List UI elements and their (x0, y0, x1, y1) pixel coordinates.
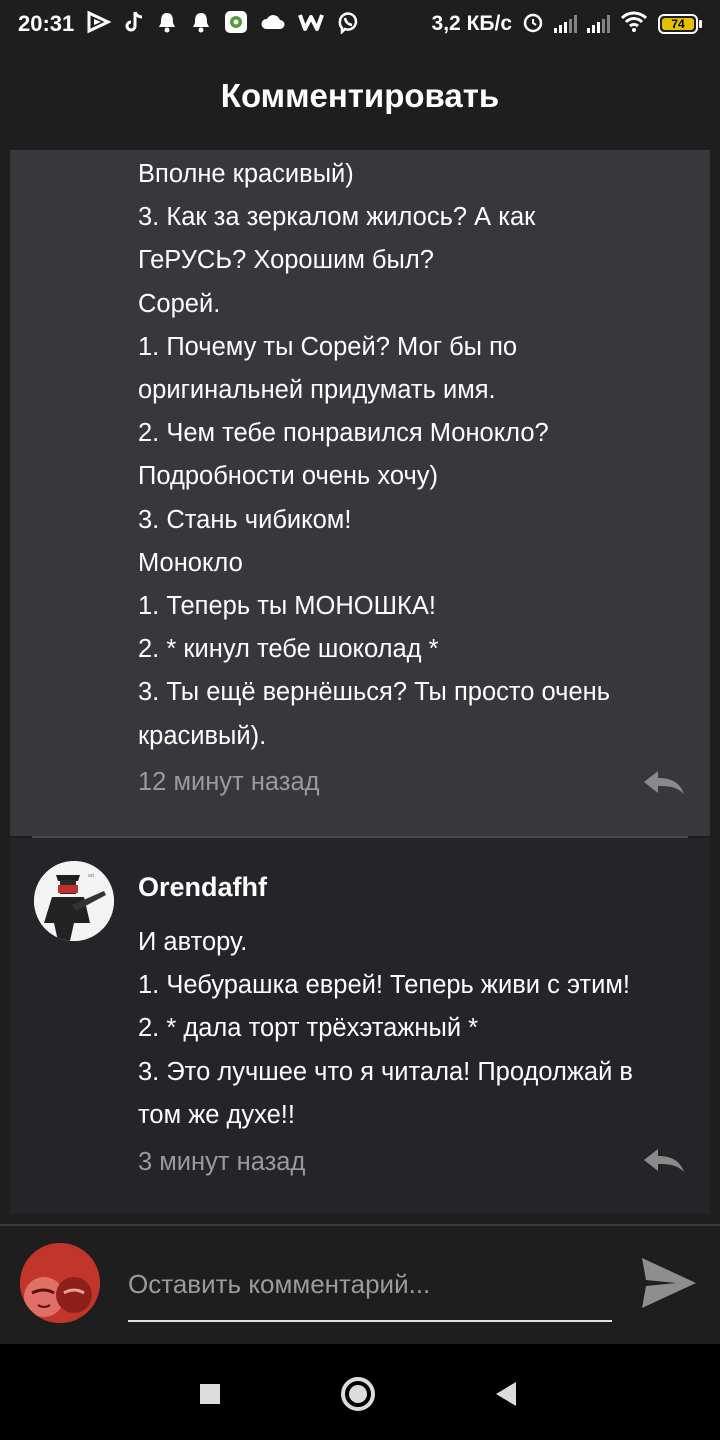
comment-line: 1. Почему ты Сорей? Мог бы по (138, 332, 518, 361)
comment-input-bar: Оставить комментарий... (0, 1226, 720, 1344)
battery-icon: 74 (658, 14, 702, 34)
comment-line: красивый). (138, 721, 267, 750)
comment-line: 1. Чебурашка еврей! Теперь живи с этим! (138, 971, 630, 1000)
alarm-icon (156, 10, 178, 38)
comment-time: 12 минут назад (138, 768, 320, 796)
comment-line: 3. Стань чибиком! (138, 505, 352, 534)
svg-text:art: art (88, 873, 94, 879)
comment-line: 1. Теперь ты МОНОШКА! (138, 592, 436, 621)
wifi-icon (620, 11, 648, 37)
reply-arrow-icon[interactable] (642, 1146, 686, 1176)
avatar[interactable]: art (34, 861, 114, 941)
comment-card: art Orendafhf И автору. 1. Чебурашка евр… (10, 838, 710, 1214)
square-icon[interactable] (190, 1374, 230, 1414)
comment-line: оригинальней придумать имя. (138, 376, 496, 405)
comment-line: 2. * дала торт трёхэтажный * (138, 1014, 479, 1043)
network-speed: 3,2 КБ/с (431, 12, 512, 35)
comment-line: Подробности очень хочу) (138, 462, 438, 491)
comment-author[interactable]: Orendafhf (138, 872, 267, 903)
battery-level: 74 (662, 17, 694, 31)
system-nav-bar (0, 1344, 720, 1440)
alarm-clock-icon (522, 11, 544, 37)
comment-card: Вполне красивый) 3. Как за зеркалом жило… (10, 150, 710, 836)
comment-line: Вполне красивый) (138, 160, 354, 188)
comment-input[interactable]: Оставить комментарий... (128, 1262, 612, 1322)
signal-icon (554, 15, 577, 33)
alarm-icon-2 (190, 10, 212, 38)
cloud-icon (260, 12, 286, 36)
viber-icon (336, 10, 360, 38)
comment-line: И автору. (138, 928, 248, 956)
reply-arrow-icon[interactable] (642, 768, 686, 798)
comment-line: том же духе!! (138, 1100, 295, 1129)
comment-line: 3. Как за зеркалом жилось? А как (138, 203, 536, 232)
comment-text: И автору. 1. Чебурашка еврей! Теперь жив… (138, 921, 633, 1137)
app-header: Комментировать (0, 48, 720, 144)
page-title: Комментировать (220, 77, 500, 114)
comment-line: 2. Чем тебе понравился Монокло? (138, 419, 549, 448)
user-avatar[interactable] (20, 1243, 100, 1323)
comment-line: 3. Ты ещё вернёшься? Ты просто очень (138, 678, 611, 707)
status-time: 20:31 (18, 11, 75, 36)
comment-text: Вполне красивый) 3. Как за зеркалом жило… (138, 153, 610, 758)
comment-line: 3. Это лучшее что я читала! Продолжай в (138, 1057, 633, 1086)
comment-time: 3 минут назад (138, 1148, 306, 1176)
tiktok-icon (124, 10, 144, 38)
signal-icon-2 (587, 15, 610, 33)
circle-home-icon[interactable] (338, 1374, 378, 1414)
comment-line: Сорей. (138, 289, 221, 318)
wattpad-icon (298, 11, 325, 37)
send-icon[interactable] (640, 1256, 698, 1310)
app-icon (224, 10, 248, 38)
back-triangle-icon[interactable] (486, 1374, 526, 1414)
comments-list[interactable]: Вполне красивый) 3. Как за зеркалом жило… (0, 150, 720, 1226)
play-icon (86, 10, 112, 38)
comment-line: Монокло (138, 548, 243, 577)
comment-line: 2. * кинул тебе шоколад * (138, 635, 439, 664)
status-bar: 20:31 3,2 КБ/с 74 (0, 0, 720, 48)
comment-line: ГеРУСЬ? Хорошим был? (138, 246, 434, 275)
